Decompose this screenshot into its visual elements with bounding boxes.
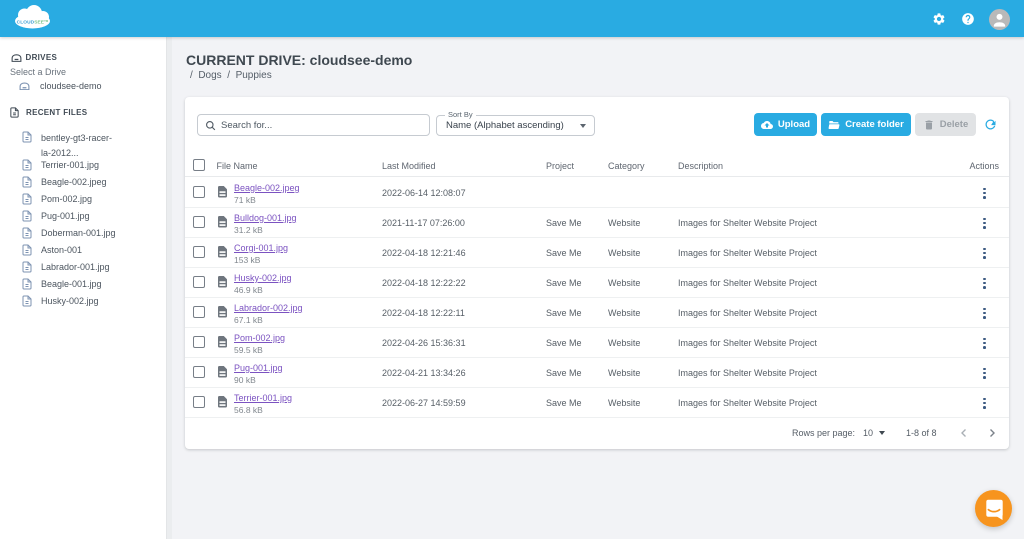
svg-text:CLOUDSEETM: CLOUDSEETM (17, 19, 49, 26)
